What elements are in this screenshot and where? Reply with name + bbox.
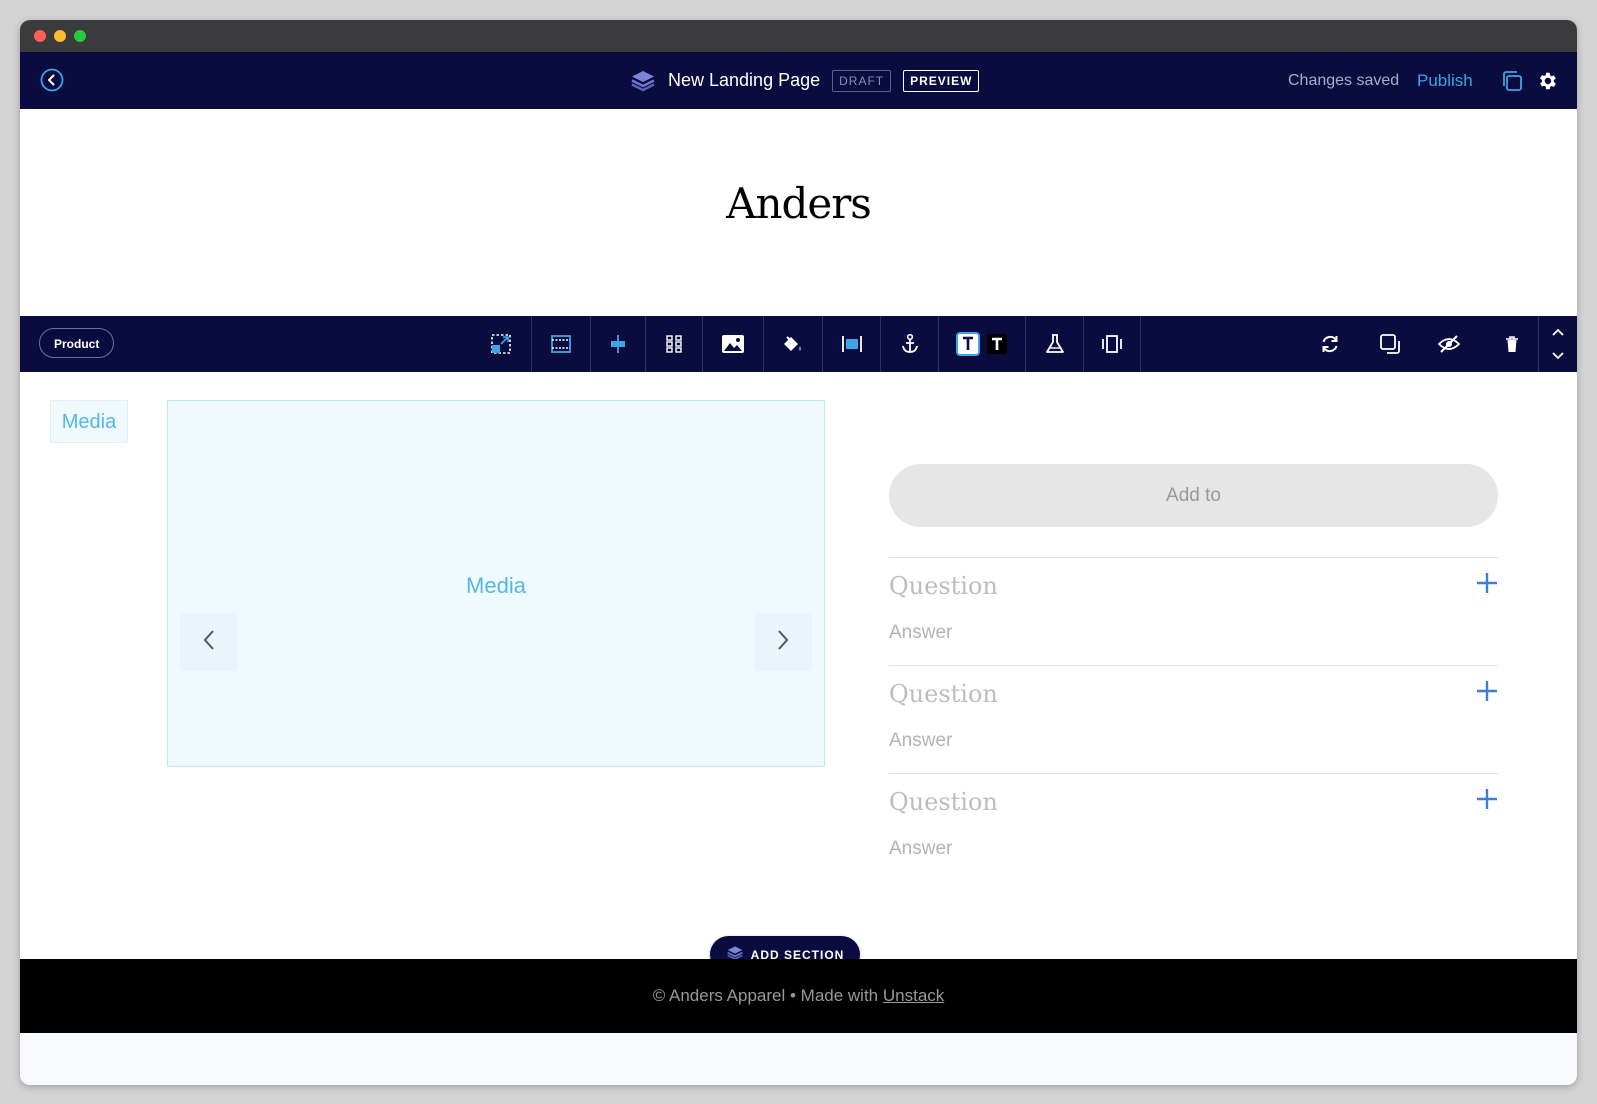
align-center-icon[interactable]: [591, 316, 646, 372]
preview-button[interactable]: PREVIEW: [903, 69, 980, 92]
media-tag[interactable]: Media: [50, 400, 128, 443]
select-area-icon[interactable]: [471, 316, 532, 372]
faq-answer: Answer: [889, 730, 953, 751]
paint-bucket-icon[interactable]: [764, 316, 823, 372]
footer-text: © Anders Apparel • Made with: [652, 986, 883, 1005]
faq-question: Question: [889, 788, 998, 816]
editor-header: New Landing Page DRAFT PREVIEW Changes s…: [20, 52, 1577, 109]
section-label-product[interactable]: Product: [39, 328, 115, 358]
text-light-icon[interactable]: [956, 332, 980, 356]
refresh-icon[interactable]: [1310, 316, 1350, 372]
browser-window: New Landing Page DRAFT PREVIEW Changes s…: [20, 20, 1577, 1085]
hide-icon[interactable]: [1429, 316, 1469, 372]
save-status: Changes saved: [1288, 72, 1400, 89]
site-footer: © Anders Apparel • Made with Unstack: [20, 959, 1577, 1033]
faq-item[interactable]: Question Answer: [889, 773, 1498, 882]
plus-icon[interactable]: [1476, 680, 1498, 702]
section-toolbar: Product: [20, 316, 1577, 372]
reorder-arrows-icon[interactable]: [1539, 316, 1577, 372]
plus-icon[interactable]: [1476, 788, 1498, 810]
faq-question: Question: [889, 572, 998, 600]
back-icon[interactable]: [40, 68, 64, 92]
plus-icon[interactable]: [1476, 572, 1498, 594]
window-titlebar: [20, 20, 1577, 52]
trash-icon[interactable]: [1486, 316, 1539, 372]
copy-icon[interactable]: [1500, 69, 1524, 93]
carousel-icon[interactable]: [1084, 316, 1141, 372]
chevron-right-icon: [775, 628, 791, 657]
faq-answer: Answer: [889, 838, 953, 859]
maximize-window-button[interactable]: [74, 30, 86, 42]
minimize-window-button[interactable]: [54, 30, 66, 42]
anchor-icon[interactable]: [881, 316, 939, 372]
duplicate-icon[interactable]: [1370, 316, 1410, 372]
page-canvas: Anders Product Media Media Add to Questi…: [20, 109, 1577, 973]
next-slide-button[interactable]: [754, 613, 812, 671]
full-width-icon[interactable]: [532, 316, 591, 372]
media-gallery[interactable]: Media: [167, 400, 825, 767]
close-window-button[interactable]: [34, 30, 46, 42]
text-dark-icon[interactable]: [986, 333, 1008, 355]
image-icon[interactable]: [703, 316, 764, 372]
stretch-icon[interactable]: [823, 316, 881, 372]
publish-button[interactable]: Publish: [1417, 71, 1473, 91]
add-to-cart-button[interactable]: Add to: [889, 464, 1498, 527]
layers-icon: [630, 69, 656, 93]
page-title[interactable]: New Landing Page: [668, 70, 820, 91]
site-logo[interactable]: Anders: [20, 179, 1577, 228]
flask-icon[interactable]: [1026, 316, 1084, 372]
text-color-toggle: [939, 316, 1026, 372]
faq-item[interactable]: Question Answer: [889, 557, 1498, 666]
faq-item[interactable]: Question Answer: [889, 665, 1498, 774]
unstack-link[interactable]: Unstack: [883, 986, 944, 1005]
previous-slide-button[interactable]: [180, 613, 238, 671]
page-title-group: New Landing Page DRAFT PREVIEW: [630, 52, 980, 109]
faq-question: Question: [889, 680, 998, 708]
columns-icon[interactable]: [646, 316, 703, 372]
media-placeholder: Media: [466, 573, 526, 598]
chevron-left-icon: [201, 628, 217, 657]
gear-icon[interactable]: [1536, 70, 1558, 92]
faq-answer: Answer: [889, 622, 953, 643]
draft-badge: DRAFT: [832, 69, 892, 92]
